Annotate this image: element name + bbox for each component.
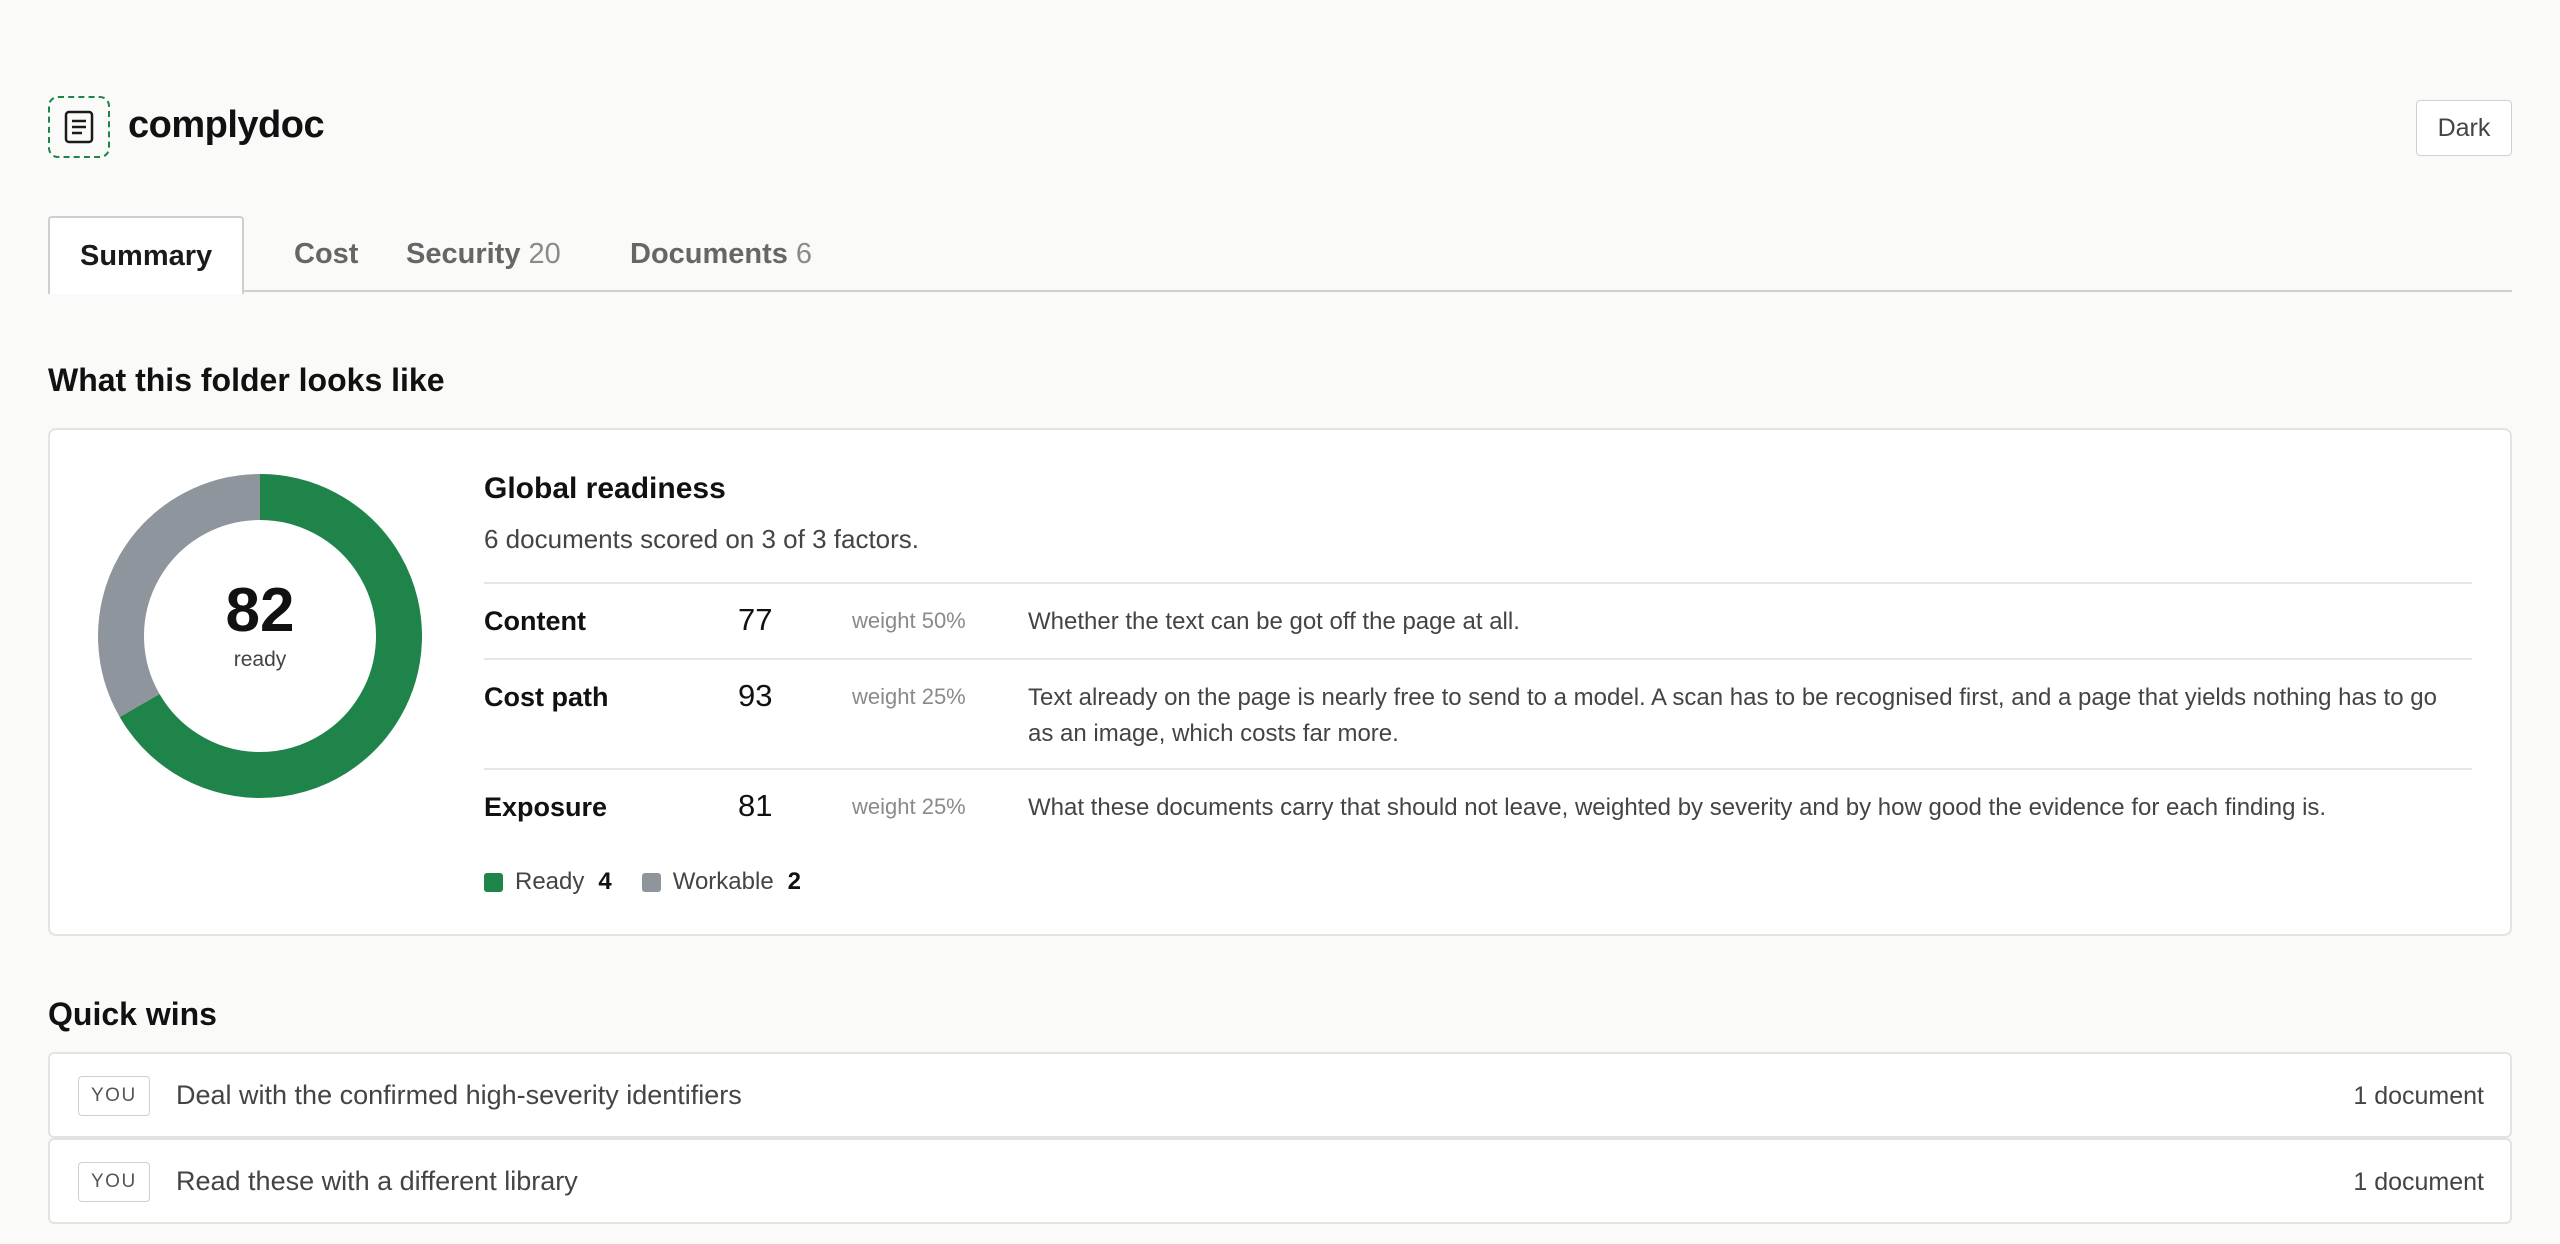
tab-label: Summary — [80, 240, 213, 272]
readiness-subtitle: 6 documents scored on 3 of 3 factors. — [484, 524, 920, 554]
legend-label: Ready — [515, 868, 585, 895]
quick-wins-list: YOU Deal with the confirmed high-severit… — [48, 1052, 2512, 1228]
readiness-legend: Ready 4 Workable 2 — [484, 868, 831, 896]
tab-label: Documents — [630, 238, 788, 270]
tab-summary[interactable]: Summary — [48, 216, 245, 294]
quick-win-text: Deal with the confirmed high-severity id… — [176, 1080, 742, 1110]
app-logo[interactable] — [48, 96, 110, 158]
legend-label: Workable — [672, 868, 774, 895]
app-name: complydoc — [128, 104, 325, 146]
tab-label: Security — [406, 238, 521, 270]
quick-win-text: Read these with a different library — [176, 1166, 578, 1196]
factor-weight: weight 50% — [852, 608, 966, 633]
legend-swatch-workable — [641, 872, 661, 892]
legend-count: 2 — [787, 868, 802, 895]
owner-badge: YOU — [78, 1076, 150, 1116]
factor-name: Cost path — [484, 682, 609, 712]
readiness-card: 82 ready Global readiness 6 documents sc… — [48, 428, 2512, 936]
factor-weight: weight 25% — [852, 684, 966, 709]
factor-weight: weight 25% — [852, 794, 966, 819]
factor-description: Text already on the page is nearly free … — [1028, 684, 2437, 747]
list-item[interactable]: YOU Deal with the confirmed high-severit… — [48, 1052, 2512, 1138]
tab-count: 6 — [795, 238, 813, 270]
list-item[interactable]: YOU Read these with a different library … — [48, 1138, 2512, 1224]
tab-documents[interactable]: Documents 6 — [600, 216, 842, 292]
readiness-score: 82 — [225, 576, 295, 645]
section-heading-quick-wins: Quick wins — [48, 996, 217, 1032]
legend-count: 4 — [598, 868, 612, 895]
factor-score: 81 — [738, 788, 773, 823]
factor-row-exposure: Exposure 81 weight 25% What these docume… — [484, 768, 2472, 844]
factor-description: Whether the text can be got off the page… — [1028, 608, 1520, 635]
quick-win-count: 1 document — [2353, 1082, 2484, 1110]
factor-row-content: Content 77 weight 50% Whether the text c… — [484, 582, 2472, 658]
factor-name: Exposure — [484, 792, 608, 822]
tab-cost[interactable]: Cost — [264, 216, 388, 292]
owner-badge: YOU — [78, 1162, 150, 1202]
app-header: complydoc Dark — [48, 96, 2512, 160]
factor-description: What these documents carry that should n… — [1028, 794, 2327, 821]
section-heading-overview: What this folder looks like — [48, 362, 445, 398]
legend-swatch-ready — [484, 872, 503, 892]
quick-win-count: 1 document — [2353, 1168, 2484, 1196]
tab-bar: Summary Cost Security 20 Documents 6 — [48, 216, 2512, 294]
page: complydoc Dark Summary Cost Security 20 D… — [48, 0, 2512, 1244]
factor-table: Content 77 weight 50% Whether the text c… — [484, 582, 2472, 844]
readiness-score-label: ready — [233, 648, 287, 671]
document-icon — [64, 110, 94, 144]
tab-label: Cost — [294, 238, 359, 270]
factor-score: 77 — [738, 602, 773, 637]
factor-score: 93 — [738, 678, 773, 713]
tab-security[interactable]: Security 20 — [376, 216, 591, 292]
readiness-title: Global readiness — [484, 472, 726, 505]
factor-name: Content — [484, 606, 586, 636]
theme-toggle-button[interactable]: Dark — [2416, 100, 2512, 156]
tab-count: 20 — [528, 238, 561, 270]
factor-row-cost-path: Cost path 93 weight 25% Text already on … — [484, 658, 2472, 768]
